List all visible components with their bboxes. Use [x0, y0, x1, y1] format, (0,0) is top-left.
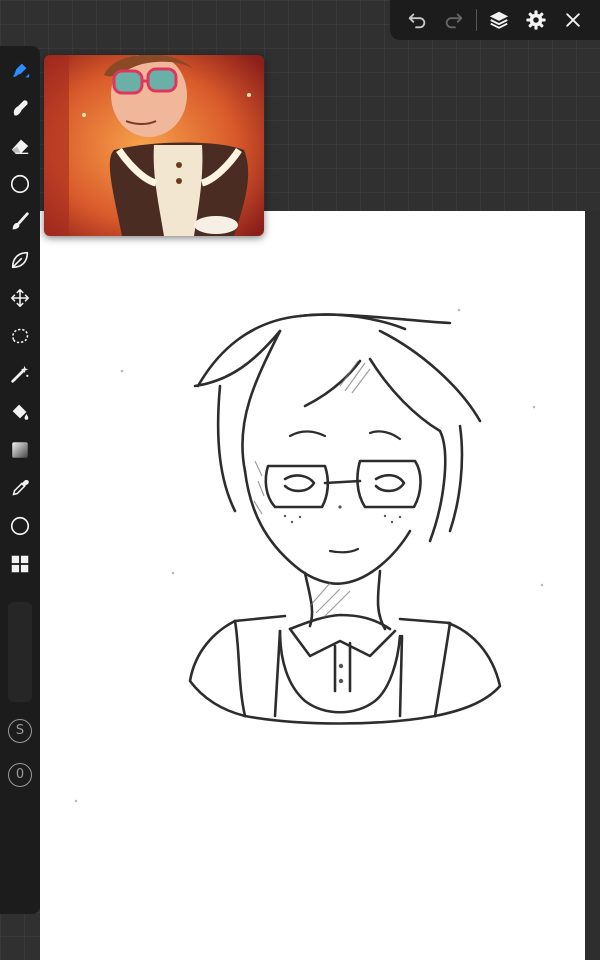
settings-button[interactable] [521, 5, 551, 35]
redo-icon [445, 13, 462, 29]
undo-icon [408, 13, 425, 29]
fill-tool[interactable] [4, 396, 36, 428]
reference-image-window[interactable] [44, 55, 264, 236]
left-toolbar: S 0 [0, 46, 40, 914]
selection-tool[interactable] [4, 320, 36, 352]
redo-button[interactable] [439, 5, 469, 35]
layout-tool[interactable] [4, 548, 36, 580]
brush-tool[interactable] [4, 206, 36, 238]
eraser-icon [11, 139, 29, 155]
toolbar-divider [475, 9, 477, 31]
leaf-icon [11, 251, 29, 269]
layers-button[interactable] [484, 5, 514, 35]
brush-pen-icon [13, 63, 30, 78]
paint-bucket-icon [12, 404, 29, 420]
transform-tool[interactable] [4, 282, 36, 314]
layers-icon [489, 11, 509, 29]
sketch-drawing [74, 308, 544, 803]
eraser-tool[interactable] [4, 130, 36, 162]
liquify-tool[interactable] [4, 244, 36, 276]
color-circle-icon [10, 516, 30, 536]
smudge-tool[interactable] [4, 92, 36, 124]
color-picker-tool[interactable] [4, 510, 36, 542]
gradient-icon [12, 442, 28, 458]
opacity-button[interactable]: 0 [8, 763, 32, 787]
magic-wand-icon [11, 365, 29, 383]
reference-image [44, 55, 264, 236]
drawing-canvas[interactable] [40, 211, 585, 960]
undo-button[interactable] [402, 5, 432, 35]
brush-icon [12, 212, 29, 230]
stabilizer-button[interactable]: S [8, 719, 32, 743]
adjustments-tool[interactable] [4, 358, 36, 390]
grid-tiles-icon [11, 555, 29, 573]
top-control-bar [390, 0, 600, 40]
brush-pen-tool[interactable] [4, 54, 36, 86]
close-button[interactable] [558, 5, 588, 35]
gradient-tool[interactable] [4, 434, 36, 466]
lasso-selection-icon [12, 328, 29, 344]
brush-size-slider[interactable] [8, 602, 32, 702]
circle-tool[interactable] [4, 168, 36, 200]
circle-icon [10, 174, 30, 194]
settings-icon [526, 10, 546, 30]
eyedropper-tool[interactable] [4, 472, 36, 504]
eyedropper-icon [12, 479, 29, 496]
workspace-edge [585, 211, 600, 960]
move-icon [10, 288, 30, 308]
smudge-icon [13, 100, 28, 116]
close-icon [566, 13, 581, 27]
